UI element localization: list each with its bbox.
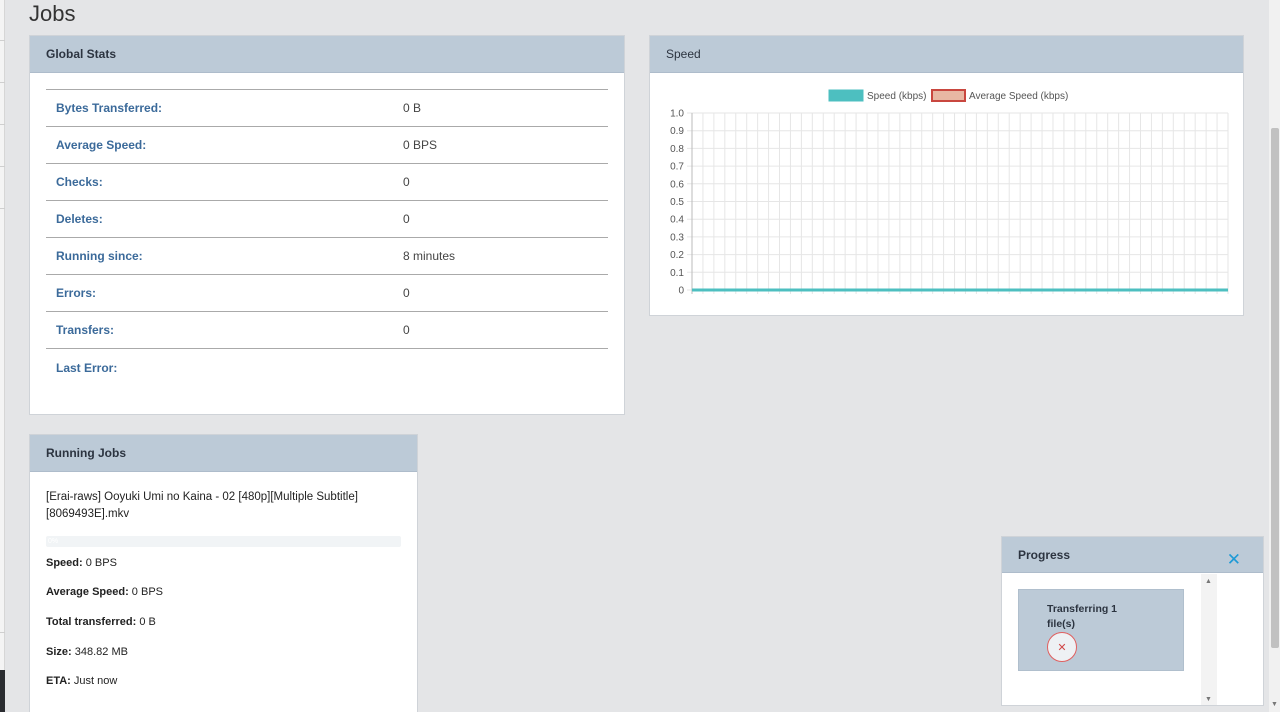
stats-label: Errors: bbox=[56, 286, 97, 300]
global-stats-header: Global Stats bbox=[30, 36, 624, 73]
job-total-label: Total transferred: bbox=[46, 616, 137, 628]
job-size-label: Size: bbox=[46, 646, 72, 658]
stats-value: 0 B bbox=[403, 101, 422, 115]
stats-label: Average Speed: bbox=[56, 138, 147, 152]
stats-label: Running since: bbox=[56, 249, 143, 263]
page-title: Jobs bbox=[29, 1, 76, 26]
job-file-name: [Erai-raws] Ooyuki Umi no Kaina - 02 [48… bbox=[46, 491, 358, 520]
scroll-down-icon[interactable]: ▼ bbox=[1271, 701, 1278, 708]
stats-value: 0 bbox=[403, 323, 410, 337]
stats-row: Last Error: bbox=[46, 349, 608, 386]
job-speed-label: Speed: bbox=[46, 557, 83, 569]
legend-label-average-speed: Average Speed (kbps) bbox=[969, 91, 1068, 102]
stats-row: Running since: 8 minutes bbox=[46, 238, 608, 275]
cancel-transfer-button[interactable]: ✕ bbox=[1047, 632, 1077, 662]
stats-row: Deletes: 0 bbox=[46, 201, 608, 238]
job-total-value: 0 B bbox=[136, 616, 156, 628]
progress-panel: Progress ✕ Transferring 1 file(s) ✕ ▲ ▼ bbox=[1001, 536, 1264, 706]
stats-value: 0 bbox=[403, 175, 410, 189]
speed-card: Speed Speed (kbps) Average Speed (kbps) 0 0… bbox=[649, 35, 1244, 316]
progress-panel-scrollbar[interactable]: ▲ ▼ bbox=[1201, 574, 1217, 705]
page-scrollbar[interactable]: ▼ bbox=[1269, 0, 1280, 712]
stats-label: Bytes Transferred: bbox=[56, 101, 163, 115]
job-size-value: 348.82 MB bbox=[71, 646, 128, 658]
job-progress-bar: 0% bbox=[46, 536, 401, 547]
stats-row: Transfers: 0 bbox=[46, 312, 608, 349]
job-total-transferred: Total transferred: 0 B bbox=[46, 616, 156, 628]
stats-row: Bytes Transferred: 0 B bbox=[46, 90, 608, 127]
job-size: Size: 348.82 MB bbox=[46, 646, 128, 658]
job-eta-value: Just now bbox=[70, 675, 118, 687]
job-average-speed-label: Average Speed: bbox=[46, 586, 129, 598]
job-average-speed: Average Speed: 0 BPS bbox=[46, 586, 163, 598]
left-sidebar-edge bbox=[0, 0, 5, 712]
y-tick-label: 0.2 bbox=[670, 250, 684, 261]
speed-chart: Speed (kbps) Average Speed (kbps) 0 0.1 0.2 0… bbox=[670, 89, 1229, 297]
stats-label: Deletes: bbox=[56, 212, 103, 226]
y-tick-label: 0.8 bbox=[670, 144, 684, 155]
stats-value: 0 bbox=[403, 286, 410, 300]
legend-swatch-average-speed bbox=[931, 89, 966, 102]
scroll-up-icon[interactable]: ▲ bbox=[1205, 578, 1212, 585]
y-tick-label: 0.7 bbox=[670, 162, 684, 173]
legend-swatch-speed bbox=[828, 89, 864, 102]
stats-row: Checks: 0 bbox=[46, 164, 608, 201]
running-jobs-card: Running Jobs [Erai-raws] Ooyuki Umi no K… bbox=[29, 434, 418, 712]
global-stats-table: Bytes Transferred: 0 B Average Speed: 0 … bbox=[46, 89, 608, 386]
scroll-down-icon[interactable]: ▼ bbox=[1205, 696, 1212, 703]
progress-panel-header: Progress bbox=[1002, 537, 1263, 573]
y-tick-label: 0.1 bbox=[670, 268, 684, 279]
close-x-icon[interactable]: ✕ bbox=[1227, 551, 1241, 568]
global-stats-card: Global Stats Bytes Transferred: 0 B Aver… bbox=[29, 35, 625, 415]
job-progress-percent: 0% bbox=[48, 538, 59, 545]
stats-row: Average Speed: 0 BPS bbox=[46, 127, 608, 164]
y-tick-label: 0.3 bbox=[670, 232, 684, 243]
stats-label: Last Error: bbox=[56, 360, 118, 375]
y-tick-label: 1.0 bbox=[670, 109, 684, 120]
job-average-speed-value: 0 BPS bbox=[128, 586, 163, 598]
job-eta: ETA: Just now bbox=[46, 675, 117, 687]
y-tick-label: 0.5 bbox=[670, 197, 684, 208]
y-tick-label: 0.9 bbox=[670, 126, 684, 137]
job-eta-label: ETA: bbox=[46, 675, 71, 687]
scrollbar-thumb[interactable] bbox=[1271, 128, 1279, 648]
transfer-item: Transferring 1 file(s) ✕ bbox=[1018, 589, 1184, 671]
y-tick-label: 0 bbox=[678, 286, 684, 297]
y-tick-label: 0.4 bbox=[670, 215, 684, 226]
job-speed-value: 0 BPS bbox=[82, 557, 117, 569]
stats-value: 0 bbox=[403, 212, 410, 226]
y-tick-label: 0.6 bbox=[670, 179, 684, 190]
transfer-status-text: Transferring 1 file(s) bbox=[1047, 603, 1118, 630]
job-speed: Speed: 0 BPS bbox=[46, 557, 117, 569]
stats-value: 0 BPS bbox=[403, 138, 438, 152]
cancel-x-icon: ✕ bbox=[1057, 641, 1067, 654]
stats-label: Checks: bbox=[56, 175, 103, 189]
legend-label-speed: Speed (kbps) bbox=[867, 91, 926, 102]
stats-value: 8 minutes bbox=[403, 249, 456, 263]
stats-row: Errors: 0 bbox=[46, 275, 608, 312]
running-jobs-header: Running Jobs bbox=[30, 435, 417, 472]
stats-label: Transfers: bbox=[56, 323, 115, 337]
speed-header: Speed bbox=[650, 36, 1243, 73]
